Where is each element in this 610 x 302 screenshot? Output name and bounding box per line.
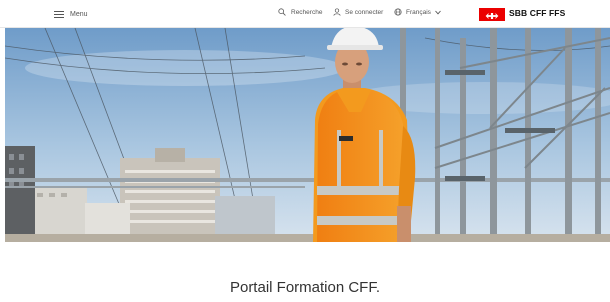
hamburger-icon	[54, 10, 64, 18]
language-selector[interactable]: Français	[394, 8, 441, 16]
login-label: Se connecter	[345, 8, 384, 16]
menu-button[interactable]: Menu	[54, 7, 88, 21]
globe-icon	[394, 8, 402, 16]
login-button[interactable]: Se connecter	[333, 8, 383, 16]
search-button[interactable]: Recherche	[278, 8, 322, 16]
logo-text: SBB CFF FFS	[509, 8, 566, 18]
top-header: Menu Recherche Se connecter Français SBB…	[0, 0, 610, 28]
chevron-down-icon	[435, 10, 441, 14]
search-label: Recherche	[291, 8, 323, 16]
menu-label: Menu	[70, 10, 88, 18]
hero-image	[5, 28, 610, 242]
sbb-logo[interactable]: SBB CFF FFS	[479, 8, 566, 21]
sbb-logo-mark-icon	[479, 8, 505, 21]
user-icon	[333, 8, 341, 16]
language-label: Français	[406, 8, 431, 16]
search-icon	[278, 8, 286, 16]
page-title: Portail Formation CFF.	[229, 279, 381, 296]
